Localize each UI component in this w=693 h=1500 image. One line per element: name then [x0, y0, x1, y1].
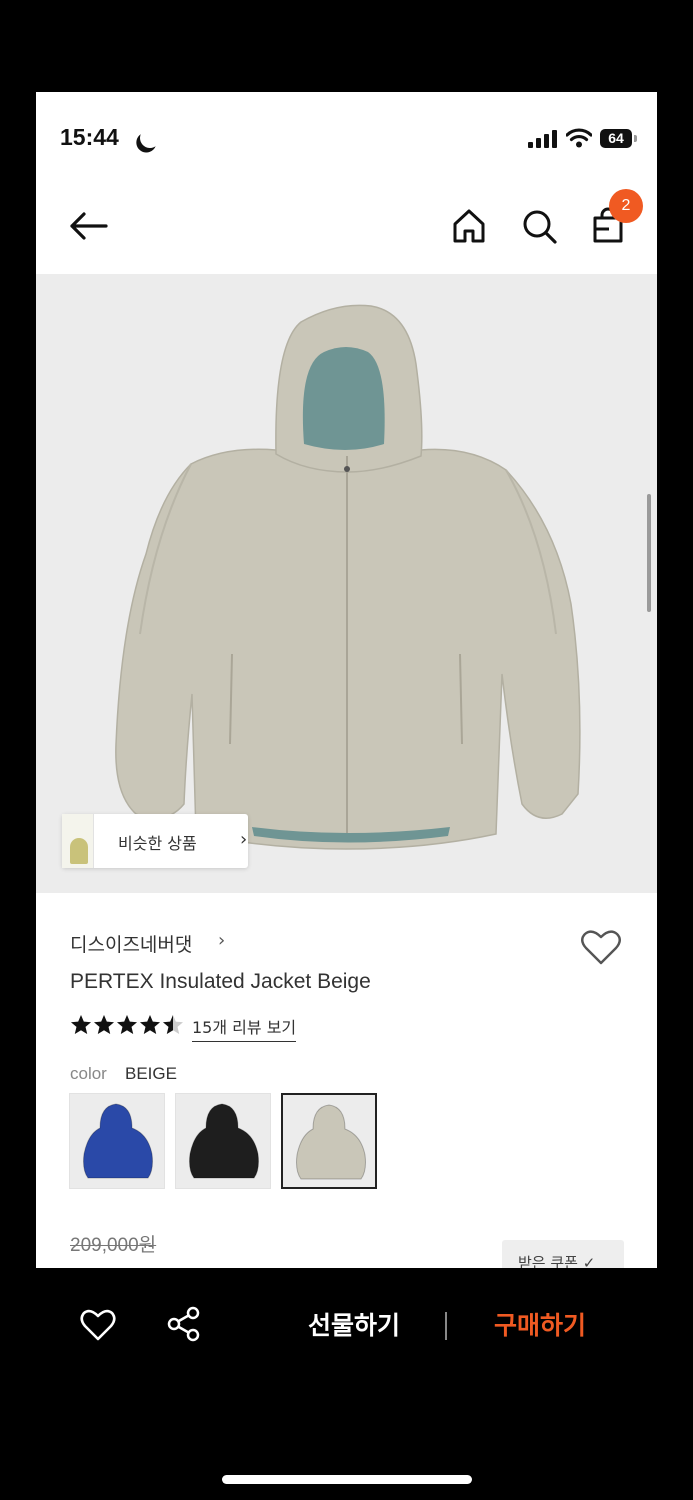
battery-icon: 64: [600, 129, 632, 148]
status-bar: 15:44 64: [36, 92, 657, 182]
product-image[interactable]: [36, 274, 657, 893]
heart-icon[interactable]: [580, 928, 622, 966]
original-price: 209,000원: [70, 1235, 157, 1256]
divider: [445, 1312, 447, 1340]
nav-bar: [36, 182, 657, 274]
search-icon[interactable]: [520, 206, 558, 246]
signal-icon: [528, 130, 558, 148]
color-swatch-black[interactable]: [175, 1093, 271, 1189]
star-icon: [140, 1015, 160, 1034]
gift-button[interactable]: 선물하기: [292, 1306, 416, 1346]
share-icon[interactable]: [166, 1306, 202, 1342]
review-link[interactable]: 15개 리뷰 보기: [192, 1014, 297, 1042]
image-scrollbar[interactable]: [647, 494, 651, 612]
moon-icon: [137, 125, 163, 151]
jacket-image: [115, 304, 581, 850]
cart-count-badge: 2: [609, 189, 643, 223]
color-swatch-blue[interactable]: [69, 1093, 165, 1189]
chevron-right-icon: ›: [240, 829, 248, 850]
battery-tip: [634, 135, 637, 142]
home-icon[interactable]: [450, 206, 488, 246]
status-time: 15:44: [60, 124, 119, 150]
home-indicator[interactable]: [222, 1475, 472, 1484]
coupon-button[interactable]: 받은 쿠폰 ✓: [502, 1240, 624, 1268]
buy-button[interactable]: 구매하기: [478, 1306, 602, 1346]
star-icon: [71, 1015, 91, 1034]
color-label: color: [70, 1064, 107, 1083]
product-name: PERTEX Insulated Jacket Beige: [70, 970, 371, 993]
star-icon: [94, 1015, 114, 1034]
star-icon: [117, 1015, 137, 1034]
rating-stars: [71, 1015, 183, 1034]
similar-products-button[interactable]: 비슷한 상품 ›: [62, 814, 248, 868]
star-icon: [163, 1015, 183, 1034]
color-swatch-beige[interactable]: [281, 1093, 377, 1189]
back-arrow-icon[interactable]: [66, 206, 110, 246]
heart-icon[interactable]: [80, 1308, 116, 1342]
chevron-right-icon: ›: [218, 930, 226, 951]
bottom-action-bar: [0, 1268, 693, 1500]
color-value: BEIGE: [125, 1064, 177, 1083]
app-screen: 15:44 64 2 비슷한 상품 › 디스이즈네버댓 › PERTEX Ins…: [36, 92, 657, 1268]
similar-product-thumbnail: [62, 814, 94, 868]
similar-products-label: 비슷한 상품: [118, 834, 197, 853]
brand-link[interactable]: 디스이즈네버댓: [70, 930, 192, 957]
wifi-icon: [566, 128, 592, 148]
